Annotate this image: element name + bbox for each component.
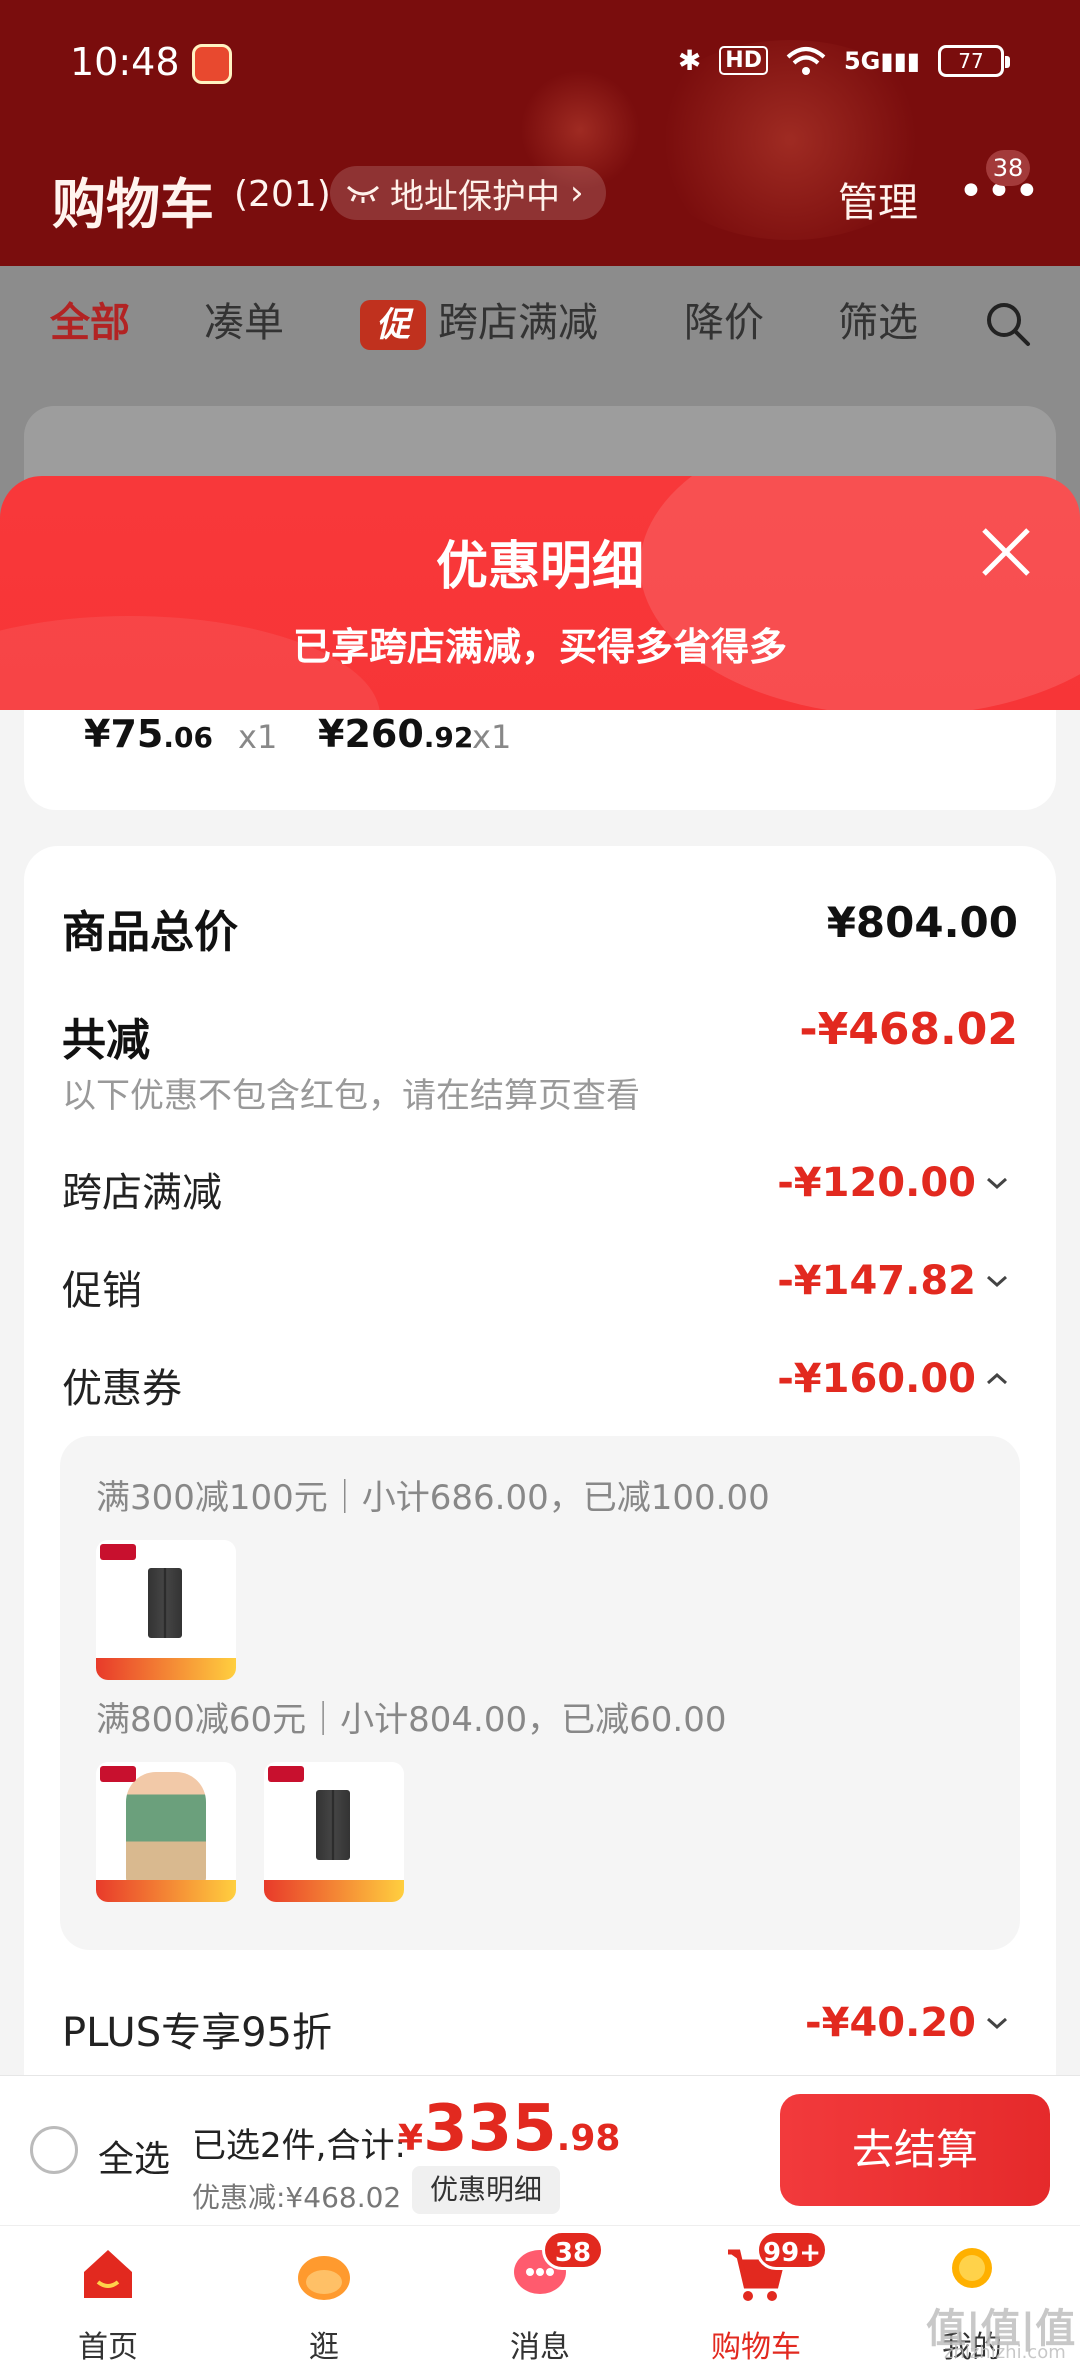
messages-badge: 38 (542, 2230, 604, 2270)
signal-icon: 5G▮▮▮ (843, 46, 920, 75)
status-icons: ✱ HD 5G▮▮▮ 77 (677, 44, 1010, 77)
product-thumbnail[interactable] (264, 1762, 404, 1902)
search-icon[interactable] (984, 300, 1032, 348)
chevron-down-icon[interactable] (984, 1268, 1010, 1294)
row-cross-store-value[interactable]: -¥120.00 (777, 1160, 976, 1206)
nav-home-label: 首页 (78, 2330, 138, 2365)
tab-cross-store[interactable]: 促跨店满减 (360, 290, 598, 350)
tab-all[interactable]: 全部 (50, 290, 130, 348)
status-bar: 10:48 ✱ HD 5G▮▮▮ 77 (0, 0, 1080, 130)
cart-badge: 99+ (756, 2230, 828, 2270)
nav-browse[interactable]: 逛 (216, 2238, 432, 2368)
nav-messages[interactable]: 消息 (432, 2238, 648, 2368)
tab-price-drop[interactable]: 降价 (684, 290, 764, 348)
nav-home[interactable]: 首页 (0, 2238, 216, 2368)
product-thumbnail[interactable] (96, 1540, 236, 1680)
select-all-label[interactable]: 全选 (98, 2130, 170, 2182)
checkout-button[interactable]: 去结算 (780, 2094, 1050, 2206)
row-promotion-label: 促销 (62, 1268, 142, 1314)
item-qty: x1 (238, 718, 278, 756)
page-title: 购物车 (52, 173, 214, 236)
close-icon[interactable] (974, 520, 1038, 584)
plus-discount-label: PLUS专享95折 (62, 2010, 332, 2056)
row-promotion-value[interactable]: -¥147.82 (777, 1258, 976, 1304)
browse-mascot-icon (298, 2256, 350, 2300)
status-time: 10:48 (70, 40, 180, 84)
tab-filter[interactable]: 筛选 (838, 290, 918, 348)
app-notification-icon (192, 44, 232, 84)
manage-button[interactable]: 管理 (838, 170, 918, 228)
watermark-url: zhizhizhi.com (944, 2342, 1066, 2363)
total-price: ¥335.98 (398, 2092, 621, 2166)
row-cross-store-label: 跨店满减 (62, 1170, 222, 1216)
plus-discount-value[interactable]: -¥40.20 (805, 2000, 976, 2046)
row-coupon-value[interactable]: -¥160.00 (777, 1356, 976, 1402)
coupon-line: 满300减100元｜小计686.00，已减100.00 (96, 1478, 770, 1518)
chevron-right-icon: › (570, 173, 584, 213)
sheet-title: 优惠明细 (435, 537, 644, 597)
home-icon (84, 2250, 132, 2298)
filter-tabs: 全部 凑单 促跨店满减 降价 筛选 (0, 290, 1080, 370)
tab-bundle[interactable]: 凑单 (204, 290, 284, 348)
row-coupon-label: 优惠券 (62, 1366, 182, 1412)
coupon-line: 满800减60元｜小计804.00，已减60.00 (96, 1700, 727, 1740)
item-qty: x1 (472, 718, 512, 756)
reduce-note: 以下优惠不包含红包，请在结算页查看 (62, 1076, 640, 1116)
battery-icon: 77 (938, 44, 1010, 77)
sheet-subtitle: 已享跨店满减，买得多省得多 (292, 625, 787, 669)
nav-browse-label: 逛 (309, 2330, 339, 2365)
chevron-down-icon[interactable] (984, 2010, 1010, 2036)
item-price: ¥75.06 (84, 712, 213, 756)
product-thumbnail[interactable] (96, 1762, 236, 1902)
bluetooth-icon: ✱ (677, 44, 702, 77)
select-all-checkbox[interactable] (30, 2126, 78, 2174)
total-value: ¥804.00 (826, 898, 1018, 947)
total-label: 商品总价 (62, 907, 238, 958)
chevron-down-icon[interactable] (984, 1170, 1010, 1196)
wifi-icon (786, 46, 826, 75)
nav-cart-label: 购物车 (711, 2330, 801, 2365)
discount-detail-button[interactable]: 优惠明细 (412, 2166, 561, 2214)
nav-messages-label: 消息 (510, 2330, 570, 2365)
selected-info: 已选2件,合计: (192, 2126, 406, 2166)
hd-icon: HD (719, 46, 768, 75)
promo-icon: 促 (360, 300, 426, 350)
address-protection-pill[interactable]: 地址保护中 › (330, 166, 606, 220)
discount-sheet-header: 优惠明细 已享跨店满减，买得多省得多 (0, 476, 1080, 710)
discount-info: 优惠减:¥468.02 (192, 2181, 402, 2214)
cart-count: (201) (234, 174, 331, 215)
more-badge: 38 (986, 150, 1030, 186)
reduce-value: -¥468.02 (799, 1004, 1018, 1055)
chevron-up-icon[interactable] (984, 1366, 1010, 1392)
cart-shop-card (24, 406, 1056, 486)
item-price: ¥260.92 (318, 712, 474, 756)
address-pill-label: 地址保护中 (390, 176, 560, 217)
tab-cross-store-label: 跨店满减 (438, 300, 598, 346)
eye-closed-icon (346, 185, 380, 203)
nav-cart[interactable]: 购物车 (648, 2238, 864, 2368)
reduce-label: 共减 (62, 1015, 150, 1066)
